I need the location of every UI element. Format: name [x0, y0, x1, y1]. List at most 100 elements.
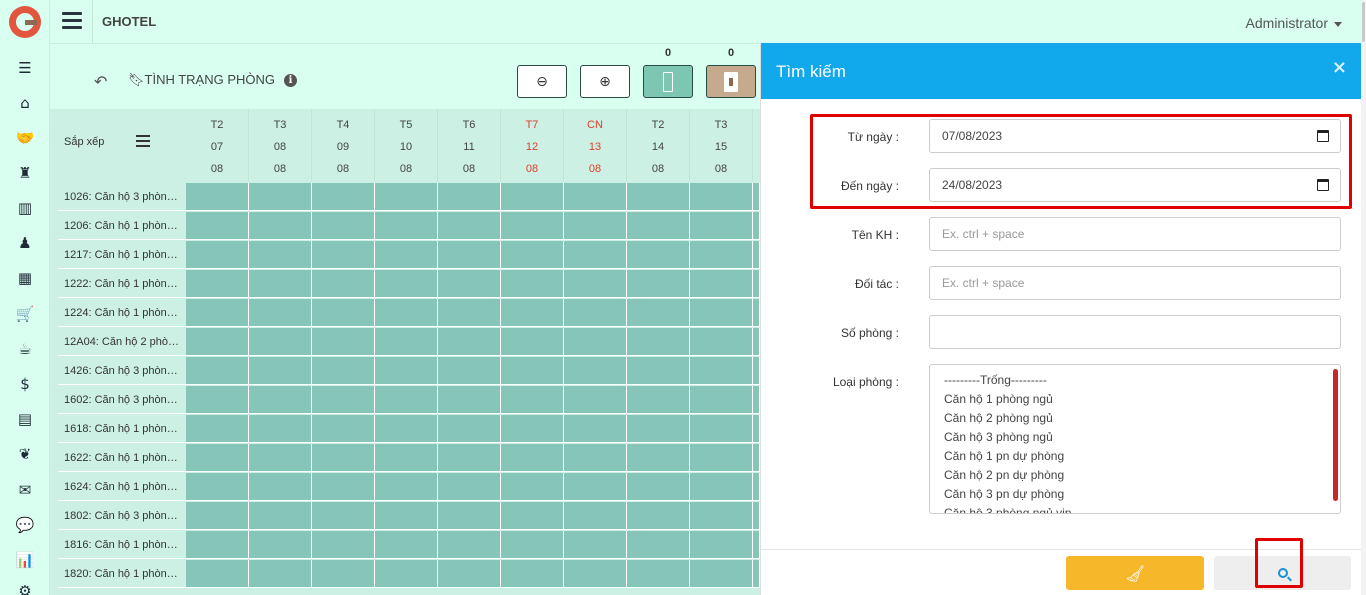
search-button[interactable]: [1214, 556, 1351, 590]
room-row-label[interactable]: 1820: Căn hộ 1 phòn…: [58, 560, 186, 588]
booking-cell[interactable]: [375, 386, 438, 414]
booking-cell[interactable]: [438, 502, 501, 530]
room-row-label[interactable]: 12A04: Căn hộ 2 phò…: [58, 328, 186, 356]
booking-cell[interactable]: [753, 560, 760, 588]
booking-cell[interactable]: [627, 183, 690, 211]
room-row-label[interactable]: 1618: Căn hộ 1 phòn…: [58, 415, 186, 443]
booking-cell[interactable]: [501, 357, 564, 385]
booking-cell[interactable]: [186, 299, 249, 327]
booking-cell[interactable]: [753, 357, 760, 385]
booking-cell[interactable]: [312, 531, 375, 559]
booking-cell[interactable]: [627, 531, 690, 559]
room-row-label[interactable]: 1426: Căn hộ 3 phòn…: [58, 357, 186, 385]
booking-cell[interactable]: [375, 328, 438, 356]
room-type-option[interactable]: Căn hộ 3 phòng ngủ vip: [944, 504, 1326, 513]
booking-cell[interactable]: [753, 183, 760, 211]
booking-cell[interactable]: [249, 415, 312, 443]
booking-cell[interactable]: [564, 444, 627, 472]
booking-cell[interactable]: [690, 328, 753, 356]
booking-cell[interactable]: [312, 386, 375, 414]
booking-cell[interactable]: [501, 444, 564, 472]
booking-cell[interactable]: [690, 473, 753, 501]
booking-cell[interactable]: [627, 270, 690, 298]
booking-cell[interactable]: [375, 270, 438, 298]
clear-button[interactable]: 🧹︎: [1066, 556, 1204, 590]
booking-cell[interactable]: [186, 444, 249, 472]
booking-cell[interactable]: [627, 357, 690, 385]
table-icon[interactable]: ▤: [12, 408, 38, 430]
booking-cell[interactable]: [438, 531, 501, 559]
booking-cell[interactable]: [186, 212, 249, 240]
booking-cell[interactable]: [375, 473, 438, 501]
booking-cell[interactable]: [753, 444, 760, 472]
booking-cell[interactable]: [753, 531, 760, 559]
booking-cell[interactable]: [438, 328, 501, 356]
home-icon[interactable]: ⌂: [12, 92, 38, 114]
booking-cell[interactable]: [375, 444, 438, 472]
booking-cell[interactable]: [312, 444, 375, 472]
booking-cell[interactable]: [312, 415, 375, 443]
page-scrollbar[interactable]: [1361, 0, 1366, 595]
booking-cell[interactable]: [564, 241, 627, 269]
booking-cell[interactable]: [564, 328, 627, 356]
booking-cell[interactable]: [753, 386, 760, 414]
booking-cell[interactable]: [249, 473, 312, 501]
booking-cell[interactable]: [186, 531, 249, 559]
booking-cell[interactable]: [564, 386, 627, 414]
booking-cell[interactable]: [375, 299, 438, 327]
booking-cell[interactable]: [438, 357, 501, 385]
booking-cell[interactable]: [690, 357, 753, 385]
booking-cell[interactable]: [186, 183, 249, 211]
booking-cell[interactable]: [753, 212, 760, 240]
booking-cell[interactable]: [690, 415, 753, 443]
grid-icon[interactable]: ▦: [12, 267, 38, 289]
room-type-option[interactable]: Căn hộ 2 phòng ngủ: [944, 409, 1326, 428]
booking-cell[interactable]: [627, 444, 690, 472]
room-row-label[interactable]: 1224: Căn hộ 1 phòn…: [58, 299, 186, 327]
room-type-option[interactable]: Căn hộ 1 phòng ngủ: [944, 390, 1326, 409]
booking-cell[interactable]: [186, 328, 249, 356]
booking-cell[interactable]: [438, 241, 501, 269]
booking-cell[interactable]: [753, 328, 760, 356]
booking-cell[interactable]: [501, 299, 564, 327]
room-row-label[interactable]: 1802: Căn hộ 3 phòn…: [58, 502, 186, 530]
close-icon[interactable]: ×: [1332, 57, 1347, 78]
to-date-input[interactable]: 24/08/2023: [929, 168, 1341, 202]
app-logo[interactable]: [9, 6, 41, 38]
hamburger-icon[interactable]: [62, 12, 82, 30]
room-type-listbox[interactable]: ---------Trống--------- Căn hộ 1 phòng n…: [929, 364, 1341, 514]
sort-header[interactable]: Sắp xếp: [58, 109, 186, 181]
booking-cell[interactable]: [438, 212, 501, 240]
booking-cell[interactable]: [186, 386, 249, 414]
booking-cell[interactable]: [249, 531, 312, 559]
booking-cell[interactable]: [564, 270, 627, 298]
booking-cell[interactable]: [627, 502, 690, 530]
menu-icon[interactable]: ☰: [12, 57, 38, 79]
booking-cell[interactable]: [501, 473, 564, 501]
room-type-option[interactable]: Căn hộ 3 phòng ngủ: [944, 428, 1326, 447]
guest-icon[interactable]: ♟: [12, 232, 38, 254]
booking-cell[interactable]: [312, 241, 375, 269]
booking-cell[interactable]: [690, 560, 753, 588]
booking-cell[interactable]: [375, 502, 438, 530]
room-number-input[interactable]: [929, 315, 1341, 349]
booking-cell[interactable]: [312, 328, 375, 356]
leaf-icon[interactable]: ❦: [12, 443, 38, 465]
room-row-label[interactable]: 1206: Căn hộ 1 phòn…: [58, 212, 186, 240]
booking-cell[interactable]: [375, 560, 438, 588]
reception-icon[interactable]: ♜: [12, 162, 38, 184]
booking-cell[interactable]: [690, 241, 753, 269]
room-type-option[interactable]: Căn hộ 1 pn dự phòng: [944, 447, 1326, 466]
room-row-label[interactable]: 1026: Căn hộ 3 phòn…: [58, 183, 186, 211]
room-row-label[interactable]: 1602: Căn hộ 3 phòn…: [58, 386, 186, 414]
list-icon[interactable]: [136, 135, 150, 147]
booking-cell[interactable]: [438, 183, 501, 211]
booking-cell[interactable]: [564, 212, 627, 240]
booking-cell[interactable]: [249, 386, 312, 414]
booking-cell[interactable]: [312, 473, 375, 501]
booking-cell[interactable]: [627, 560, 690, 588]
booking-cell[interactable]: [627, 473, 690, 501]
room-type-option[interactable]: Căn hộ 2 pn dự phòng: [944, 466, 1326, 485]
booking-cell[interactable]: [438, 299, 501, 327]
booking-cell[interactable]: [690, 183, 753, 211]
